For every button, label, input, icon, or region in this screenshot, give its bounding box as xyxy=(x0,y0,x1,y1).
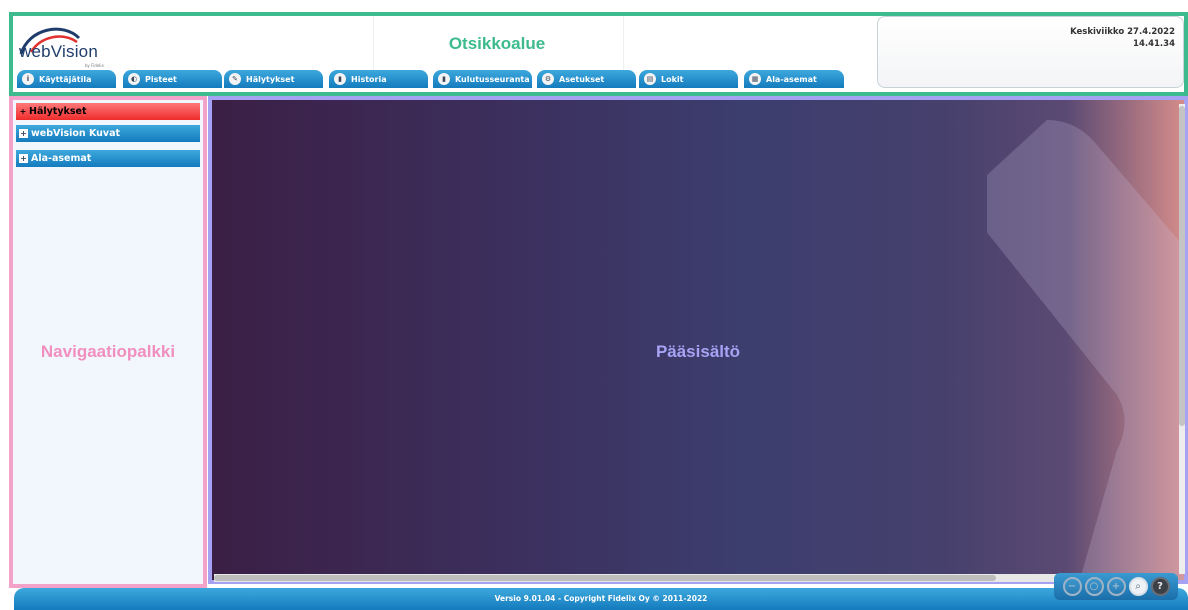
time-text: 14.41.34 xyxy=(1133,39,1175,49)
tab-label: Historia xyxy=(351,74,387,84)
main-area-label: Pääsisältö xyxy=(655,342,741,361)
nav-area-label: Navigaatiopalkki xyxy=(40,342,176,361)
tab-kayttajatila[interactable]: i Käyttäjätila xyxy=(17,70,116,88)
nav-item-label: webVision Kuvat xyxy=(31,128,121,139)
nav-item-label: Hälytykset xyxy=(29,106,87,117)
expand-icon[interactable]: + xyxy=(19,154,28,163)
vertical-scrollbar[interactable] xyxy=(1179,104,1185,574)
tab-label: Kulutusseuranta xyxy=(455,74,530,84)
zoom-reset-icon[interactable]: ○ xyxy=(1084,577,1104,596)
settings-icon: ⚙ xyxy=(542,73,554,85)
substation-icon: ▦ xyxy=(749,73,761,85)
tab-label: Lokit xyxy=(661,74,684,84)
tab-halytykset[interactable]: ✎ Hälytykset xyxy=(224,70,323,88)
tab-historia[interactable]: ▮ Historia xyxy=(329,70,428,88)
logo-text: webVision xyxy=(19,42,98,61)
navigation-panel: + Hälytykset + webVision Kuvat + Ala-ase… xyxy=(9,96,207,588)
webvision-logo[interactable]: webVision by Fidelix xyxy=(15,20,120,72)
log-icon: ▤ xyxy=(644,73,656,85)
nav-item-ala-asemat[interactable]: + Ala-asemat xyxy=(16,150,200,167)
tab-lokit[interactable]: ▤ Lokit xyxy=(639,70,738,88)
zoom-fit-icon[interactable]: ⌕ xyxy=(1128,577,1148,596)
tab-ala-asemat[interactable]: ▦ Ala-asemat xyxy=(744,70,844,88)
expand-icon[interactable]: + xyxy=(19,129,28,138)
chart-icon: ▮ xyxy=(334,73,346,85)
main-content: Pääsisältö xyxy=(208,96,1188,584)
tab-label: Pisteet xyxy=(145,74,177,84)
page-title: Otsikkoalue xyxy=(123,16,871,70)
date-text: Keskiviikko 27.4.2022 xyxy=(1070,27,1175,37)
help-icon[interactable]: ? xyxy=(1150,577,1170,596)
nav-item-halytykset[interactable]: + Hälytykset xyxy=(16,103,200,120)
vertical-scrollbar-thumb[interactable] xyxy=(1179,106,1185,426)
tab-label: Hälytykset xyxy=(246,74,295,84)
alarm-icon: ✎ xyxy=(229,73,241,85)
zoom-out-icon[interactable]: − xyxy=(1062,577,1082,596)
logo-subtext: by Fidelix xyxy=(85,63,104,68)
tab-label: Ala-asemat xyxy=(766,74,817,84)
tab-asetukset[interactable]: ⚙ Asetukset xyxy=(537,70,636,88)
nav-item-label: Ala-asemat xyxy=(31,153,92,164)
datetime-panel: Keskiviikko 27.4.2022 14.41.34 xyxy=(877,16,1184,88)
nav-item-webvision-kuvat[interactable]: + webVision Kuvat xyxy=(16,125,200,142)
tab-kulutusseuranta[interactable]: ▮ Kulutusseuranta xyxy=(433,70,532,88)
horizontal-scrollbar-thumb[interactable] xyxy=(214,575,996,581)
tab-label: Asetukset xyxy=(559,74,605,84)
points-icon: ◐ xyxy=(128,73,140,85)
zoom-in-icon[interactable]: + xyxy=(1106,577,1126,596)
info-icon: i xyxy=(22,73,34,85)
zoom-toolbar: − ○ + ⌕ ? xyxy=(1054,573,1178,600)
expand-icon[interactable]: + xyxy=(19,107,27,116)
datetime: Keskiviikko 27.4.2022 14.41.34 xyxy=(1070,26,1175,50)
tab-pisteet[interactable]: ◐ Pisteet xyxy=(123,70,222,88)
header-area: webVision by Fidelix Otsikkoalue Keskivi… xyxy=(9,12,1188,96)
footer-version-text: Versio 9.01.04 - Copyright Fidelix Oy © … xyxy=(494,594,708,603)
footer: Versio 9.01.04 - Copyright Fidelix Oy © … xyxy=(14,588,1188,610)
chart-icon: ▮ xyxy=(438,73,450,85)
tab-label: Käyttäjätila xyxy=(39,74,92,84)
horizontal-scrollbar[interactable] xyxy=(214,574,1176,582)
